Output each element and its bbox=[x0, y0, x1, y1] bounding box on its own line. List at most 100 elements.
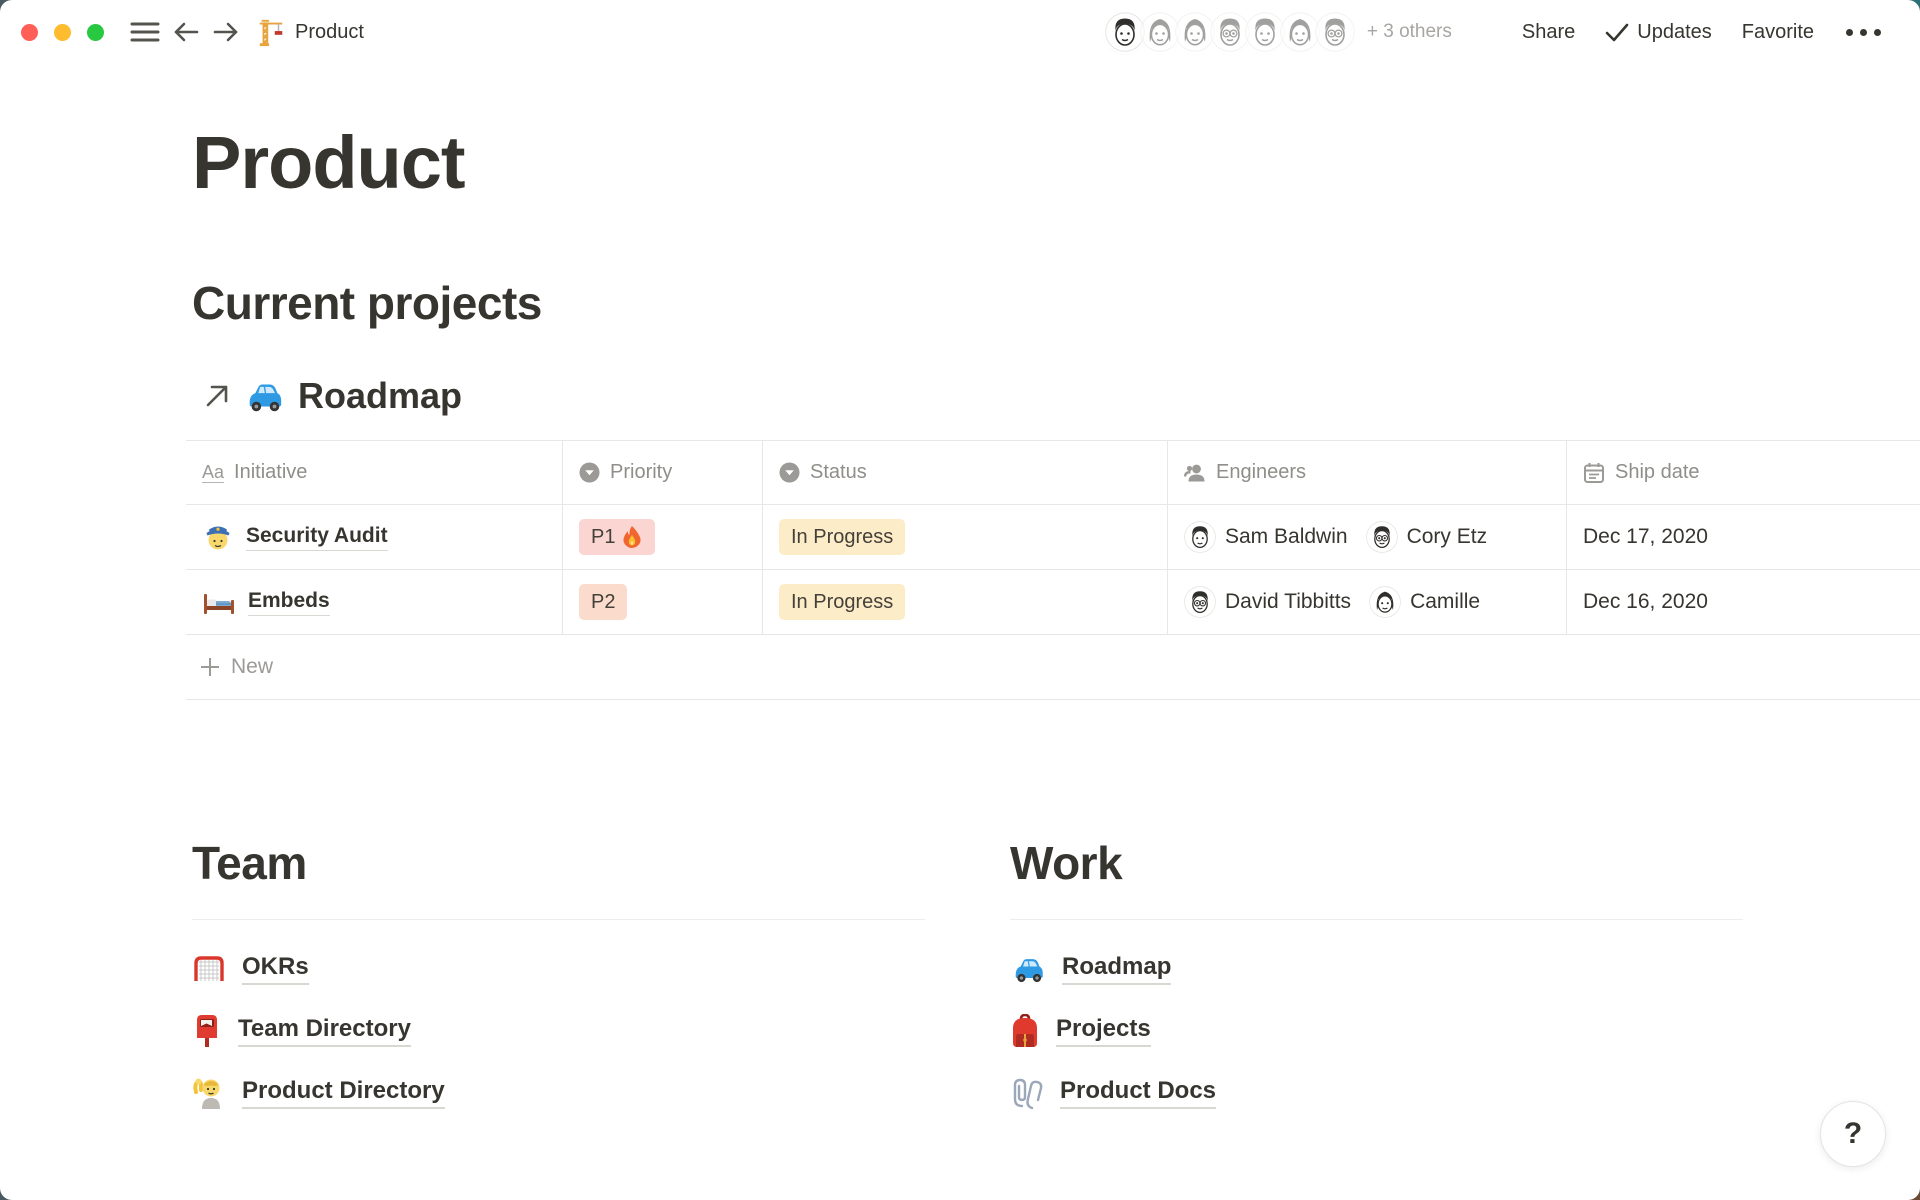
dot-icon bbox=[1874, 29, 1881, 36]
priority-tag: P1 bbox=[579, 519, 655, 555]
arrow-left-icon bbox=[172, 20, 200, 44]
person-chip: Sam Baldwin bbox=[1184, 521, 1348, 553]
priority-cell[interactable]: P1 bbox=[563, 505, 763, 569]
blue-car-emoji bbox=[243, 375, 285, 417]
status-cell[interactable]: In Progress bbox=[763, 505, 1168, 569]
share-button[interactable]: Share bbox=[1522, 21, 1575, 44]
person-avatar bbox=[1184, 521, 1216, 553]
page-link-product-docs[interactable]: Product Docs bbox=[1010, 1062, 1743, 1124]
page-link-okrs[interactable]: OKRs bbox=[192, 938, 925, 1000]
engineers-cell[interactable]: David Tibbitts Camille bbox=[1168, 570, 1567, 634]
collaborator-avatar[interactable] bbox=[1175, 12, 1215, 52]
page-link-team-directory[interactable]: Team Directory bbox=[192, 1000, 925, 1062]
column-header-initiative[interactable]: Aa Initiative bbox=[186, 441, 563, 504]
bottom-columns: Team OKRs bbox=[192, 840, 1743, 1124]
topbar-actions: + 3 others Share Updates Favorite bbox=[1105, 12, 1887, 52]
ship-date: Dec 17, 2020 bbox=[1583, 525, 1708, 549]
ship-date-cell[interactable]: Dec 16, 2020 bbox=[1567, 570, 1920, 634]
arrow-up-right-icon bbox=[204, 383, 230, 409]
person-avatar bbox=[1369, 586, 1401, 618]
team-links: OKRs Team Directory bbox=[192, 938, 925, 1124]
goal-net-emoji bbox=[192, 953, 226, 985]
priority-cell[interactable]: P2 bbox=[563, 570, 763, 634]
initiative-cell[interactable]: Embeds bbox=[186, 570, 563, 634]
priority-tag: P2 bbox=[579, 584, 627, 620]
more-options-button[interactable] bbox=[1846, 29, 1881, 36]
status-tag: In Progress bbox=[779, 519, 905, 555]
breadcrumb[interactable]: Product bbox=[256, 17, 364, 47]
table-header-row: Aa Initiative Priority Status Engineers … bbox=[186, 440, 1920, 505]
person-avatar bbox=[1366, 521, 1398, 553]
column-header-ship-date[interactable]: Ship date bbox=[1567, 441, 1920, 504]
roadmap-table: Aa Initiative Priority Status Engineers … bbox=[186, 440, 1920, 700]
plus-icon bbox=[199, 656, 221, 678]
forward-button[interactable] bbox=[212, 20, 240, 44]
work-column: Work Roadmap Projects bbox=[1010, 840, 1743, 1124]
more-collaborators-label[interactable]: + 3 others bbox=[1367, 21, 1452, 43]
collaborator-avatars[interactable] bbox=[1105, 12, 1355, 52]
column-header-status[interactable]: Status bbox=[763, 441, 1168, 504]
page-link[interactable]: Security Audit bbox=[202, 521, 388, 553]
person-name: Camille bbox=[1410, 590, 1480, 614]
collaborator-avatar[interactable] bbox=[1210, 12, 1250, 52]
back-button[interactable] bbox=[172, 20, 200, 44]
team-heading: Team bbox=[192, 840, 925, 896]
page-title: Product bbox=[192, 126, 465, 200]
collaborator-avatar[interactable] bbox=[1105, 12, 1145, 52]
column-header-priority[interactable]: Priority bbox=[563, 441, 763, 504]
close-window-button[interactable] bbox=[21, 24, 38, 41]
engineers-cell[interactable]: Sam Baldwin Cory Etz bbox=[1168, 505, 1567, 569]
initiative-title: Security Audit bbox=[246, 524, 388, 551]
person-chip: Camille bbox=[1369, 586, 1480, 618]
minimize-window-button[interactable] bbox=[54, 24, 71, 41]
paperclips-emoji bbox=[1010, 1076, 1044, 1110]
person-name: David Tibbitts bbox=[1225, 590, 1351, 614]
select-property-icon bbox=[779, 462, 800, 483]
person-property-icon bbox=[1184, 462, 1206, 484]
blue-car-emoji bbox=[1010, 952, 1046, 986]
linked-database-title[interactable]: Roadmap bbox=[204, 372, 462, 420]
collaborator-avatar[interactable] bbox=[1315, 12, 1355, 52]
divider bbox=[1010, 919, 1743, 920]
page-link-product-directory[interactable]: Product Directory bbox=[192, 1062, 925, 1124]
column-header-engineers[interactable]: Engineers bbox=[1168, 441, 1567, 504]
work-heading: Work bbox=[1010, 840, 1743, 896]
breadcrumb-page-title: Product bbox=[295, 21, 364, 44]
collaborator-avatar[interactable] bbox=[1245, 12, 1285, 52]
collaborator-avatar[interactable] bbox=[1280, 12, 1320, 52]
table-row: Security Audit P1 In Progress bbox=[186, 505, 1920, 570]
new-row-button[interactable]: New bbox=[186, 635, 1920, 700]
dot-icon bbox=[1860, 29, 1867, 36]
select-property-icon bbox=[579, 462, 600, 483]
person-name: Cory Etz bbox=[1407, 525, 1488, 549]
updates-button[interactable]: Updates bbox=[1605, 21, 1712, 44]
person-name: Sam Baldwin bbox=[1225, 525, 1348, 549]
help-button[interactable]: ? bbox=[1820, 1101, 1886, 1167]
check-icon bbox=[1605, 22, 1629, 42]
initiative-title: Embeds bbox=[248, 589, 330, 616]
zoom-window-button[interactable] bbox=[87, 24, 104, 41]
person-avatar bbox=[1184, 586, 1216, 618]
initiative-cell[interactable]: Security Audit bbox=[186, 505, 563, 569]
person-chip: Cory Etz bbox=[1366, 521, 1488, 553]
status-cell[interactable]: In Progress bbox=[763, 570, 1168, 634]
page-link[interactable]: Embeds bbox=[202, 586, 330, 618]
dot-icon bbox=[1846, 29, 1853, 36]
backpack-emoji bbox=[1010, 1014, 1040, 1048]
work-links: Roadmap Projects bbox=[1010, 938, 1743, 1124]
page-link-projects[interactable]: Projects bbox=[1010, 1000, 1743, 1062]
page-link-roadmap[interactable]: Roadmap bbox=[1010, 938, 1743, 1000]
text-property-icon: Aa bbox=[202, 463, 224, 483]
fire-emoji bbox=[621, 525, 643, 549]
bed-emoji bbox=[202, 586, 236, 618]
linked-database-label: Roadmap bbox=[298, 375, 462, 417]
status-tag: In Progress bbox=[779, 584, 905, 620]
sidebar-menu-button[interactable] bbox=[130, 20, 160, 44]
ship-date-cell[interactable]: Dec 17, 2020 bbox=[1567, 505, 1920, 569]
building-construction-emoji bbox=[256, 17, 286, 47]
arrow-right-icon bbox=[212, 20, 240, 44]
favorite-button[interactable]: Favorite bbox=[1742, 21, 1814, 44]
current-projects-heading: Current projects bbox=[192, 280, 542, 326]
collaborator-avatar[interactable] bbox=[1140, 12, 1180, 52]
notion-app-window: Product + 3 others Share Updates Favorit… bbox=[0, 0, 1920, 1200]
